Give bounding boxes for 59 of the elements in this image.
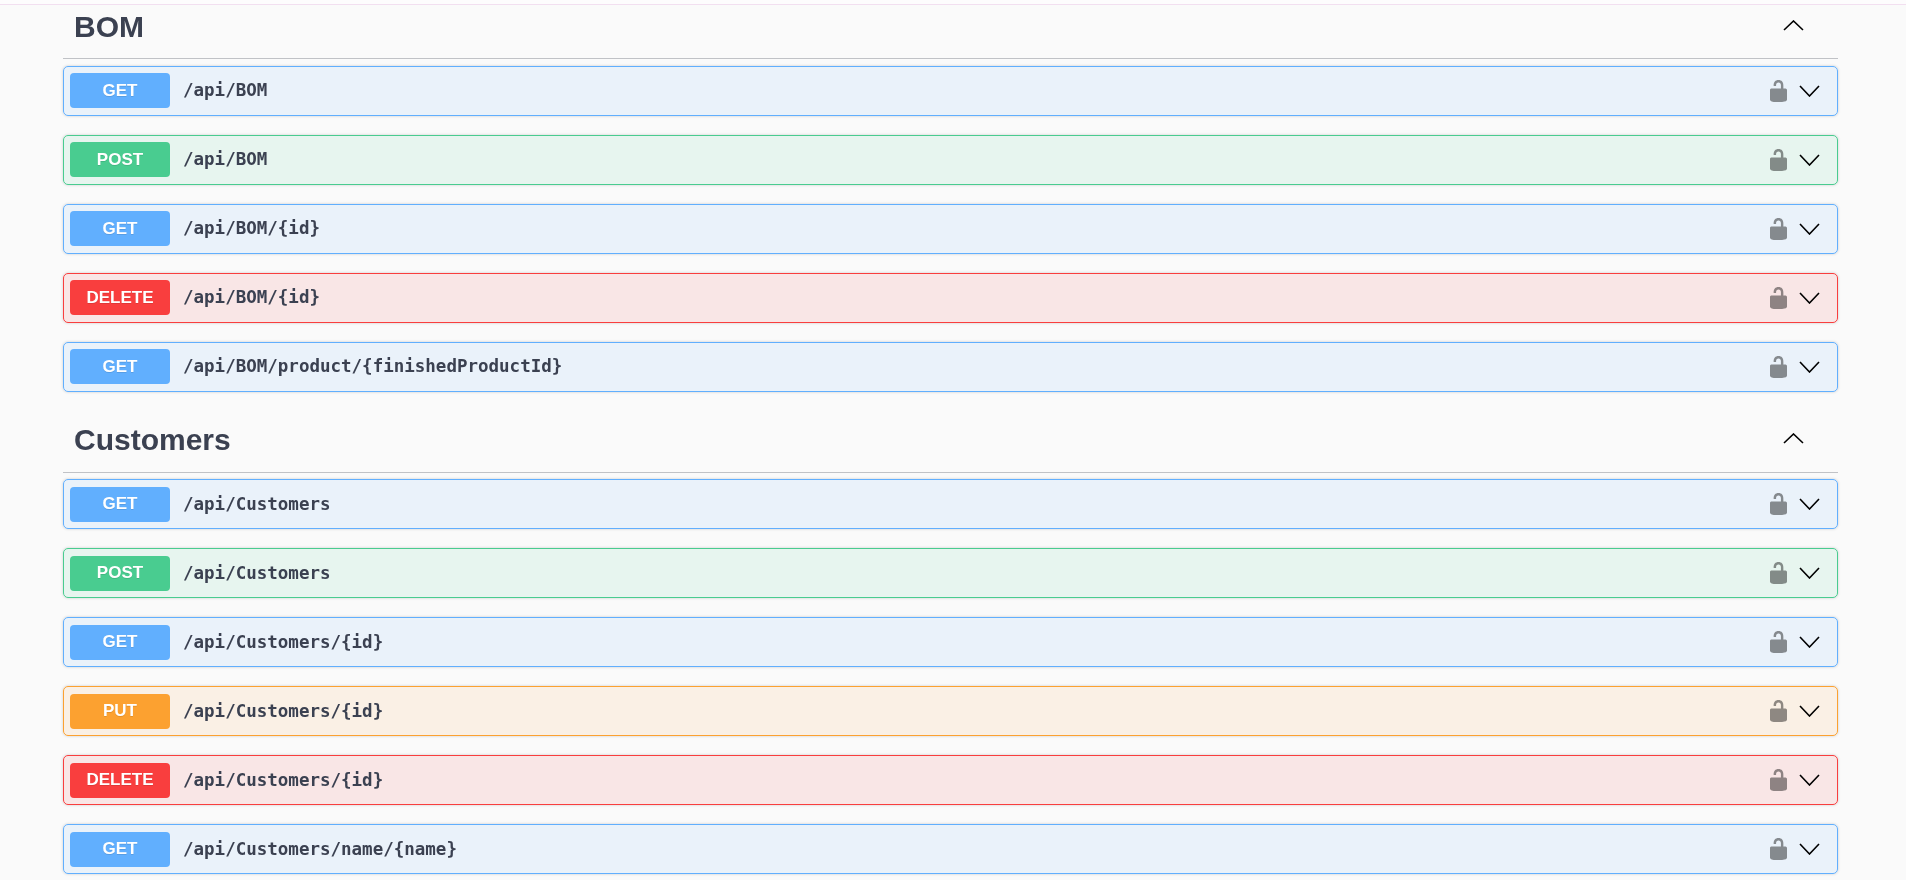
chevron-down-icon[interactable] xyxy=(1799,84,1820,97)
endpoint-path: /api/Customers/{id} xyxy=(183,630,384,654)
chevron-down-icon[interactable] xyxy=(1799,498,1820,510)
endpoint-path: /api/BOM xyxy=(183,148,268,172)
chevron-up-icon[interactable] xyxy=(1783,19,1804,31)
method-badge: POST xyxy=(70,555,170,591)
chevron-up-icon[interactable] xyxy=(1783,433,1804,444)
endpoint-row[interactable]: GET /api/Customers/{id} xyxy=(63,617,1838,667)
endpoint-row[interactable]: DELETE /api/BOM/{id} xyxy=(63,272,1838,323)
method-badge: GET xyxy=(70,624,170,660)
chevron-down-icon[interactable] xyxy=(1799,843,1820,855)
unlocked-padlock-icon[interactable] xyxy=(1770,217,1787,240)
unlocked-padlock-icon[interactable] xyxy=(1770,562,1787,584)
endpoint-row[interactable]: POST /api/BOM xyxy=(63,134,1838,185)
method-badge: GET xyxy=(70,831,170,867)
endpoint-row[interactable]: GET /api/BOM xyxy=(63,65,1838,116)
endpoint-row[interactable]: GET /api/BOM/{id} xyxy=(63,203,1838,254)
unlocked-padlock-icon[interactable] xyxy=(1770,148,1787,171)
endpoint-row[interactable]: PUT /api/Customers/{id} xyxy=(63,686,1838,736)
endpoint-path: /api/Customers/{id} xyxy=(183,768,384,792)
tag-title[interactable]: Customers xyxy=(74,422,231,458)
tag-title[interactable]: BOM xyxy=(74,8,144,45)
unlocked-padlock-icon[interactable] xyxy=(1770,355,1787,378)
chevron-down-icon[interactable] xyxy=(1799,222,1820,235)
unlocked-padlock-icon[interactable] xyxy=(1770,769,1787,791)
method-badge: POST xyxy=(70,142,170,177)
chevron-down-icon[interactable] xyxy=(1799,636,1820,648)
unlocked-padlock-icon[interactable] xyxy=(1770,286,1787,309)
endpoint-path: /api/Customers/{id} xyxy=(183,699,384,723)
method-badge: DELETE xyxy=(70,762,170,798)
endpoint-path: /api/Customers/name/{name} xyxy=(183,837,457,861)
unlocked-padlock-icon[interactable] xyxy=(1770,700,1787,722)
chevron-down-icon[interactable] xyxy=(1799,705,1820,717)
unlocked-padlock-icon[interactable] xyxy=(1770,838,1787,860)
unlocked-padlock-icon[interactable] xyxy=(1770,631,1787,653)
chevron-down-icon[interactable] xyxy=(1799,153,1820,166)
endpoint-row[interactable]: GET /api/Customers/name/{name} xyxy=(63,824,1838,874)
chevron-down-icon[interactable] xyxy=(1799,291,1820,304)
method-badge: GET xyxy=(70,73,170,108)
endpoint-path: /api/Customers xyxy=(183,492,331,516)
method-badge: GET xyxy=(70,349,170,384)
endpoint-path: /api/BOM xyxy=(183,79,268,103)
chevron-down-icon[interactable] xyxy=(1799,360,1820,373)
endpoint-path: /api/BOM/{id} xyxy=(183,286,320,310)
endpoint-row[interactable]: DELETE /api/Customers/{id} xyxy=(63,755,1838,805)
endpoint-row[interactable]: GET /api/BOM/product/{finishedProductId} xyxy=(63,341,1838,392)
endpoint-row[interactable]: POST /api/Customers xyxy=(63,548,1838,598)
unlocked-padlock-icon[interactable] xyxy=(1770,493,1787,515)
method-badge: DELETE xyxy=(70,280,170,315)
unlocked-padlock-icon[interactable] xyxy=(1770,79,1787,102)
endpoint-path: /api/Customers xyxy=(183,561,331,585)
chevron-down-icon[interactable] xyxy=(1799,774,1820,786)
method-badge: GET xyxy=(70,486,170,522)
method-badge: GET xyxy=(70,211,170,246)
chevron-down-icon[interactable] xyxy=(1799,567,1820,579)
endpoint-row[interactable]: GET /api/Customers xyxy=(63,479,1838,529)
endpoint-path: /api/BOM/product/{finishedProductId} xyxy=(183,355,563,379)
endpoint-path: /api/BOM/{id} xyxy=(183,217,320,241)
method-badge: PUT xyxy=(70,693,170,729)
